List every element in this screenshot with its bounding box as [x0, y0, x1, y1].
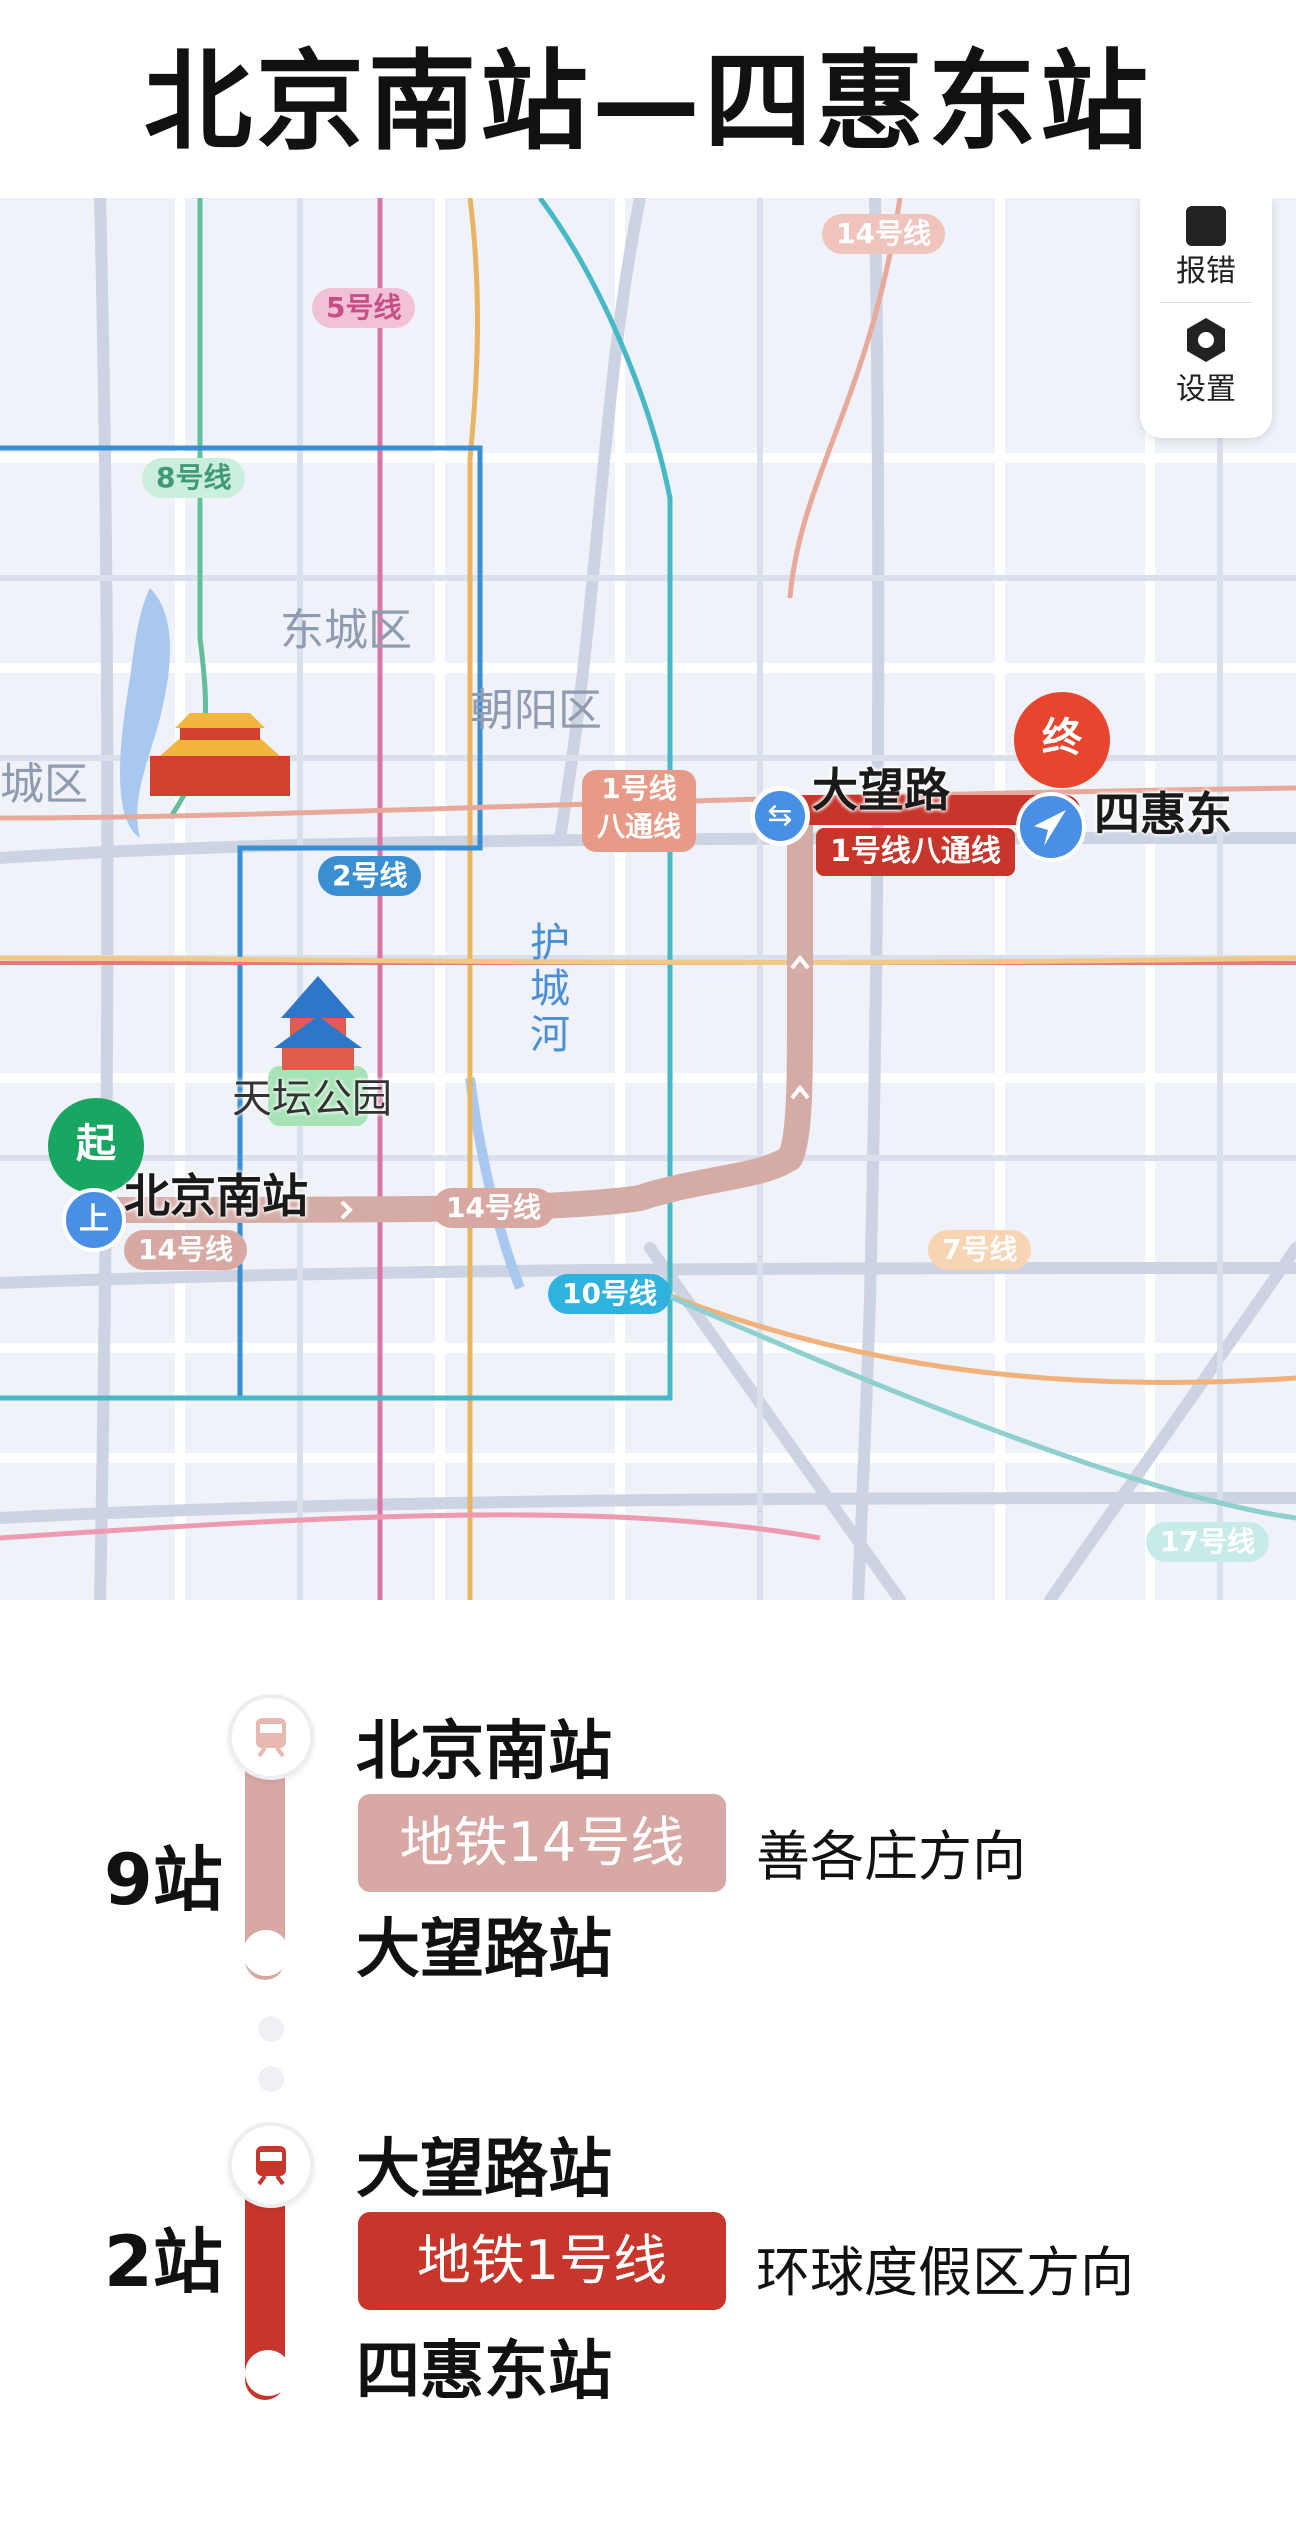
- map-base-layer: [0, 198, 1296, 1600]
- line-label-2: 2号线: [318, 856, 422, 896]
- poi-temple-of-heaven[interactable]: 天坛公园: [232, 1066, 392, 1124]
- settings-button[interactable]: 设置: [1140, 316, 1272, 408]
- segment-2-end-dot: [245, 2350, 291, 2396]
- transfer-icon: ⇆: [750, 786, 810, 846]
- tiananmen-icon: [150, 713, 290, 796]
- district-xicheng: 城区: [0, 759, 88, 810]
- segment-1-end-dot: [243, 1930, 289, 1976]
- transfer-dot: [258, 2066, 284, 2092]
- segment-1-direction: 善各庄方向: [756, 1825, 1026, 1888]
- segment-1-from: 北京南站: [356, 1715, 612, 1789]
- line-label-14-left: 14号线: [124, 1230, 247, 1270]
- line-label-1-batong: 1号线 八通线: [582, 770, 696, 852]
- line-label-8: 8号线: [142, 458, 246, 498]
- route-line-1-label: 1号线八通线: [816, 828, 1015, 876]
- report-button[interactable]: 报错: [1140, 198, 1272, 290]
- line-label-10: 10号线: [548, 1274, 671, 1314]
- train-icon: [228, 2122, 314, 2208]
- segment-2-from: 大望路站: [356, 2133, 612, 2207]
- train-icon: [228, 1694, 314, 1780]
- district-chaoyang: 朝阳区: [470, 685, 602, 736]
- district-dongcheng: 东城区: [280, 605, 412, 656]
- station-label-start[interactable]: 北京南站: [124, 1160, 308, 1226]
- edit-icon: [1186, 206, 1226, 246]
- segment-2-direction: 环球度假区方向: [756, 2241, 1134, 2304]
- map-controls: 报错 设置: [1140, 198, 1272, 438]
- line-label-14-route: 14号线: [432, 1188, 555, 1228]
- board-marker: 上: [62, 1188, 126, 1252]
- river-label: 护城河: [530, 920, 570, 1058]
- segment-1-stop-count: 9站: [104, 1839, 223, 1921]
- end-pin[interactable]: 终: [1014, 692, 1110, 788]
- current-location-icon: [1016, 792, 1086, 862]
- line-label-14: 14号线: [822, 214, 945, 254]
- segment-2-to: 四惠东站: [356, 2335, 612, 2409]
- segment-1-to: 大望路站: [356, 1913, 612, 1987]
- route-map[interactable]: 报错 设置 14号线 5号线 8号线 2号线 1号线 八通线 14号线 14号线…: [0, 198, 1296, 1600]
- page-title: 北京南站—四惠东站: [143, 40, 1152, 165]
- transfer-dot: [258, 2016, 284, 2042]
- segment-2-stop-count: 2站: [104, 2221, 223, 2303]
- station-label-end[interactable]: 四惠东: [1094, 778, 1232, 844]
- line-label-7: 7号线: [928, 1230, 1032, 1270]
- station-label-transfer[interactable]: 大望路: [812, 754, 950, 820]
- line-label-5: 5号线: [312, 288, 416, 328]
- gear-icon: [1187, 318, 1225, 362]
- segment-1-line-badge: 地铁14号线: [358, 1794, 726, 1892]
- line-label-17: 17号线: [1146, 1522, 1269, 1562]
- segment-2-line-badge: 地铁1号线: [358, 2212, 726, 2310]
